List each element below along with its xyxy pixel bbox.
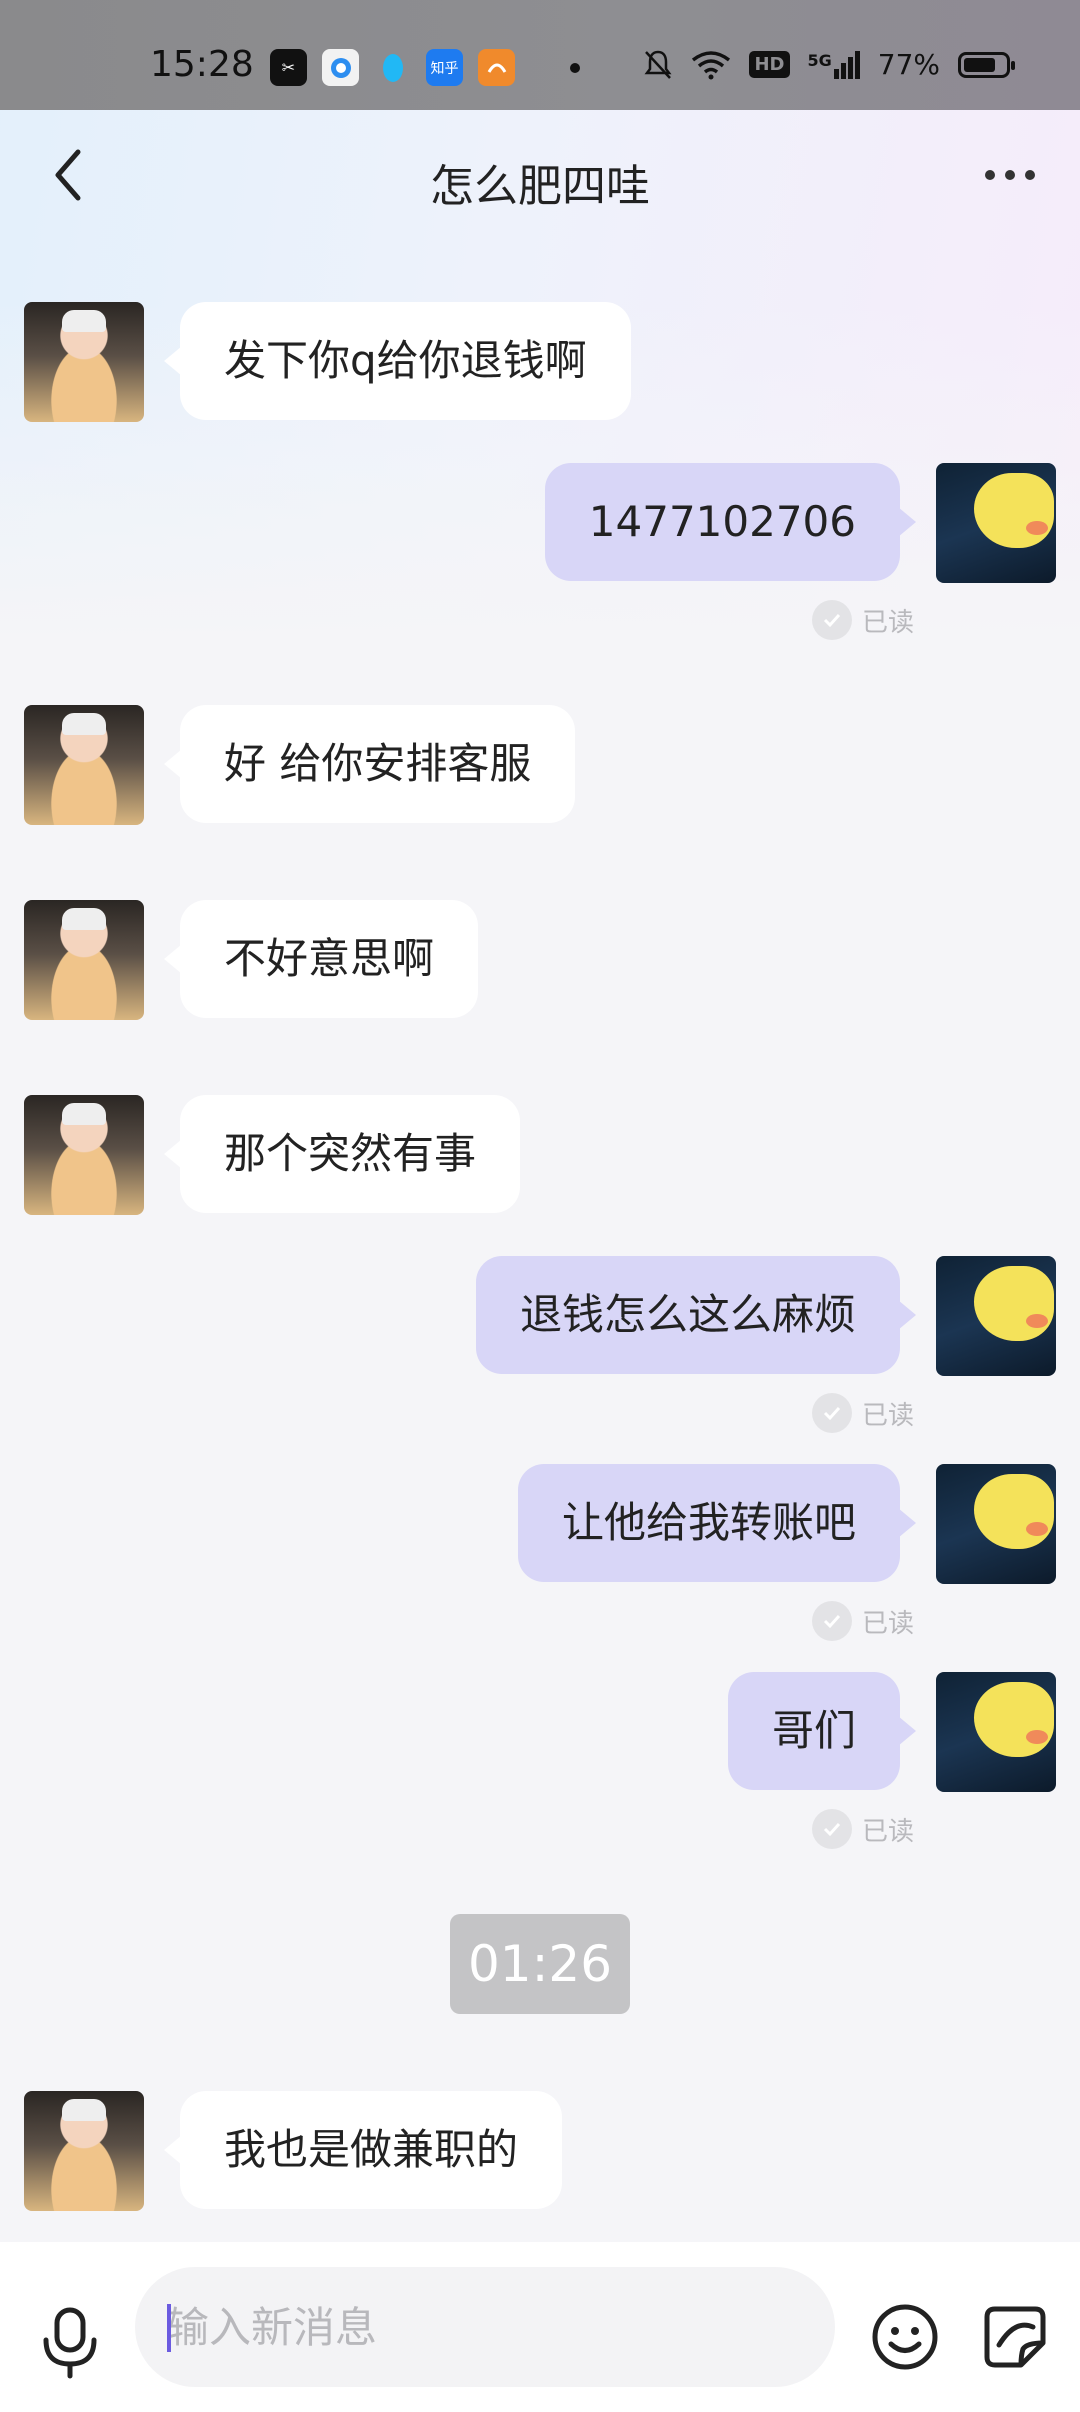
network-type: 5G <box>807 50 832 70</box>
text-caret <box>167 2304 171 2352</box>
received-message-bubble[interactable]: 好 给你安排客服 <box>163 705 576 823</box>
emoji-icon <box>872 2304 938 2370</box>
emoji-button[interactable] <box>865 2297 945 2377</box>
voice-input-button[interactable] <box>30 2302 110 2382</box>
sticker-button[interactable] <box>975 2297 1055 2377</box>
sent-message-bubble[interactable]: 哥们 <box>727 1672 917 1790</box>
contact-avatar[interactable] <box>24 2091 144 2211</box>
wifi-icon <box>692 50 731 79</box>
check-circle-icon <box>811 1601 852 1641</box>
sent-message-bubble[interactable]: 让他给我转账吧 <box>517 1464 917 1582</box>
read-label: 已读 <box>861 1400 914 1431</box>
battery-fill <box>964 57 995 72</box>
read-status: 已读 <box>811 1391 914 1435</box>
received-message-bubble[interactable]: 发下你q给你退钱啊 <box>164 302 631 420</box>
microphone-icon <box>43 2307 97 2379</box>
status-time: 15:28 <box>150 44 254 85</box>
notification-icons: ✂ 知乎 <box>270 49 580 86</box>
sent-message-bubble[interactable]: 1477102706 <box>544 463 917 581</box>
status-bar: 15:28 ✂ 知乎 HD 5G 77% <box>0 0 1080 110</box>
contact-avatar[interactable] <box>24 1095 144 1215</box>
read-label: 已读 <box>861 1816 914 1847</box>
capcut-icon: ✂ <box>270 49 307 86</box>
message-input[interactable] <box>135 2267 835 2387</box>
my-avatar[interactable] <box>936 463 1056 583</box>
more-notifications-dot <box>570 62 580 73</box>
my-avatar[interactable] <box>936 1256 1056 1376</box>
status-right: HD 5G 77% <box>643 48 1015 81</box>
more-dot-icon <box>985 170 995 180</box>
read-label: 已读 <box>861 607 914 638</box>
chat-title: 怎么肥四哇 <box>430 161 650 212</box>
uc-browser-icon <box>478 49 515 86</box>
more-dot-icon <box>1005 170 1015 180</box>
check-circle-icon <box>811 1393 852 1433</box>
more-dot-icon <box>1025 170 1035 180</box>
signal-icon: 5G <box>807 50 860 79</box>
qq-icon <box>374 49 411 86</box>
battery-percent: 77% <box>877 48 940 81</box>
hd-badge: HD <box>749 51 790 78</box>
contact-avatar[interactable] <box>24 302 144 422</box>
read-status: 已读 <box>811 1807 914 1851</box>
my-avatar[interactable] <box>936 1464 1056 1584</box>
contact-avatar[interactable] <box>24 900 144 1020</box>
received-message-bubble[interactable]: 那个突然有事 <box>163 1095 521 1213</box>
sent-message-bubble[interactable]: 退钱怎么这么麻烦 <box>475 1256 917 1374</box>
more-options-button[interactable] <box>970 150 1050 200</box>
sticker-icon <box>984 2306 1046 2368</box>
battery-icon <box>958 51 1015 78</box>
read-status: 已读 <box>811 1599 914 1643</box>
received-message-bubble[interactable]: 我也是做兼职的 <box>163 2091 563 2209</box>
timestamp-chip: 01:26 <box>450 1914 630 2014</box>
chat-header: 怎么肥四哇 <box>0 110 1080 240</box>
read-label: 已读 <box>861 1608 914 1639</box>
bell-muted-icon <box>644 50 672 79</box>
received-message-bubble[interactable]: 不好意思啊 <box>163 900 479 1018</box>
zhihu-icon: 知乎 <box>426 49 463 86</box>
read-status: 已读 <box>811 598 914 642</box>
camera-app-icon <box>322 49 359 86</box>
check-circle-icon <box>811 1809 852 1849</box>
my-avatar[interactable] <box>936 1672 1056 1792</box>
composer-bar <box>0 2242 1080 2412</box>
contact-avatar[interactable] <box>24 705 144 825</box>
check-circle-icon <box>811 600 852 640</box>
